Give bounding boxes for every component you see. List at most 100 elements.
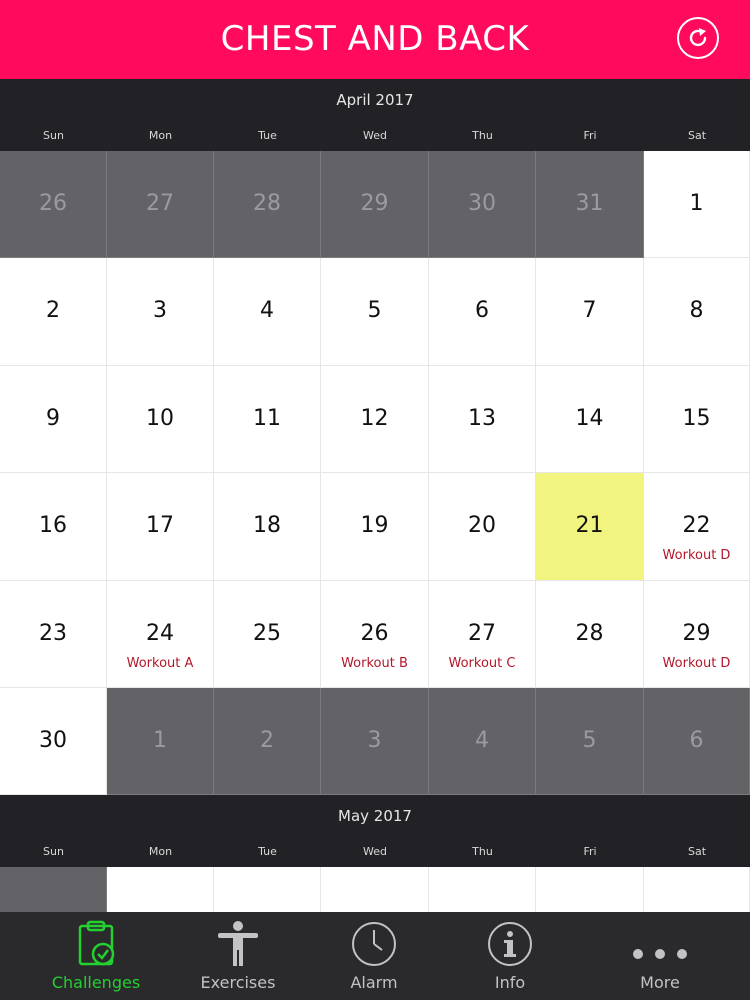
day-cell[interactable]: 29 Workout D: [644, 580, 750, 688]
workout-label: Workout A: [126, 655, 194, 671]
day-cell[interactable]: [214, 867, 321, 913]
day-cell[interactable]: 12: [321, 365, 429, 474]
weekday-label: Wed: [363, 845, 387, 858]
weekday-label: Fri: [583, 129, 597, 142]
day-cell[interactable]: 6: [429, 258, 536, 366]
day-cell[interactable]: [429, 867, 536, 913]
may-month-bar: May 2017 Sun Mon Tue Wed Thu Fri Sat: [0, 795, 750, 867]
day-cell[interactable]: 26 Workout B: [321, 580, 429, 688]
outside-month-day-cell[interactable]: 28: [214, 151, 321, 259]
day-cell[interactable]: 16: [0, 473, 107, 581]
outside-month-day-cell[interactable]: 5: [536, 688, 644, 796]
day-number: 11: [253, 405, 281, 431]
today-cell[interactable]: 21: [536, 473, 644, 581]
day-cell[interactable]: 7: [536, 258, 644, 366]
weekday-label: Fri: [583, 845, 597, 858]
weekday-label: Thu: [472, 845, 493, 858]
tab-challenges[interactable]: Challenges: [40, 912, 152, 1000]
day-cell[interactable]: 22 Workout D: [644, 473, 750, 581]
day-cell[interactable]: 24 Workout A: [107, 580, 214, 688]
day-cell[interactable]: [536, 867, 644, 913]
weekday-label: Wed: [363, 129, 387, 142]
day-number: 14: [575, 405, 604, 431]
day-cell[interactable]: 14: [536, 365, 644, 474]
april-month-bar: April 2017 Sun Mon Tue Wed Thu Fri Sat: [0, 79, 750, 151]
day-cell[interactable]: 20: [429, 473, 536, 581]
outside-month-day-cell[interactable]: 2: [214, 688, 321, 796]
tab-label: Info: [494, 973, 526, 992]
weekday-label: Sun: [43, 129, 64, 142]
day-cell[interactable]: 17: [107, 473, 214, 581]
weekday-label: Thu: [472, 129, 493, 142]
outside-month-day-cell[interactable]: 1: [107, 688, 214, 796]
weekday-label: Sat: [687, 845, 707, 858]
day-number: 20: [468, 513, 496, 539]
refresh-icon: [689, 28, 707, 47]
tab-info[interactable]: Info: [452, 912, 568, 1000]
tab-alarm[interactable]: Alarm: [316, 912, 432, 1000]
tab-bar: Challenges Exercises Alarm Info More: [0, 912, 750, 1000]
day-cell[interactable]: 8: [644, 258, 750, 366]
day-number: 5: [582, 728, 597, 753]
day-cell[interactable]: [644, 867, 750, 913]
day-cell[interactable]: 11: [214, 365, 321, 474]
day-number: 27: [468, 620, 496, 646]
day-number: 31: [575, 191, 604, 216]
day-number: 4: [260, 298, 274, 324]
day-number: 3: [153, 298, 167, 324]
day-cell[interactable]: 25: [214, 580, 321, 688]
month-title: April 2017: [336, 91, 414, 109]
day-number: 16: [39, 513, 67, 539]
outside-month-day-cell[interactable]: 30: [429, 151, 536, 259]
day-cell[interactable]: 15: [644, 365, 750, 474]
outside-month-day-cell[interactable]: 4: [429, 688, 536, 796]
day-number: 26: [360, 620, 389, 646]
day-cell[interactable]: 3: [107, 258, 214, 366]
day-cell[interactable]: [321, 867, 429, 913]
day-number: 1: [153, 728, 167, 753]
tab-more[interactable]: More: [590, 912, 730, 1000]
day-number: 26: [39, 191, 67, 216]
day-number: 18: [253, 513, 281, 539]
tab-exercises[interactable]: Exercises: [180, 912, 296, 1000]
day-cell[interactable]: [107, 867, 214, 913]
day-number: 28: [575, 620, 604, 646]
day-number: 12: [360, 405, 389, 431]
refresh-button[interactable]: [677, 17, 719, 59]
outside-month-day-cell[interactable]: 31: [536, 151, 644, 259]
day-number: 29: [360, 191, 389, 216]
workout-label: Workout B: [341, 655, 408, 671]
day-cell[interactable]: 4: [214, 258, 321, 366]
day-cell[interactable]: 28: [536, 580, 644, 688]
day-cell[interactable]: 10: [107, 365, 214, 474]
outside-month-day-cell[interactable]: 3: [321, 688, 429, 796]
day-number: 22: [682, 513, 711, 539]
day-cell[interactable]: 9: [0, 365, 107, 474]
day-number: 2: [260, 728, 274, 753]
day-number: 29: [682, 620, 711, 646]
day-number: 27: [146, 191, 174, 216]
day-number: 1: [689, 191, 704, 216]
day-cell[interactable]: 2: [0, 258, 107, 366]
outside-month-day-cell[interactable]: 26: [0, 151, 107, 259]
weekday-label: Sat: [687, 129, 707, 142]
day-cell[interactable]: 18: [214, 473, 321, 581]
day-cell[interactable]: 13: [429, 365, 536, 474]
day-cell[interactable]: 30: [0, 688, 107, 796]
day-cell[interactable]: 5: [321, 258, 429, 366]
day-cell[interactable]: 23: [0, 580, 107, 688]
day-cell[interactable]: 1: [644, 151, 750, 259]
day-number: 10: [146, 405, 174, 431]
outside-month-day-cell[interactable]: 27: [107, 151, 214, 259]
weekday-label: Mon: [148, 129, 173, 142]
day-number: 8: [689, 298, 704, 324]
outside-month-day-cell[interactable]: 6: [644, 688, 750, 796]
outside-month-day-cell[interactable]: 29: [321, 151, 429, 259]
day-cell[interactable]: 27 Workout C: [429, 580, 536, 688]
day-number: 30: [468, 191, 496, 216]
day-cell[interactable]: 19: [321, 473, 429, 581]
day-number: 23: [39, 620, 67, 646]
weekday-label: Sun: [43, 845, 64, 858]
workout-label: Workout D: [662, 548, 731, 564]
outside-month-day-cell[interactable]: [0, 867, 107, 913]
